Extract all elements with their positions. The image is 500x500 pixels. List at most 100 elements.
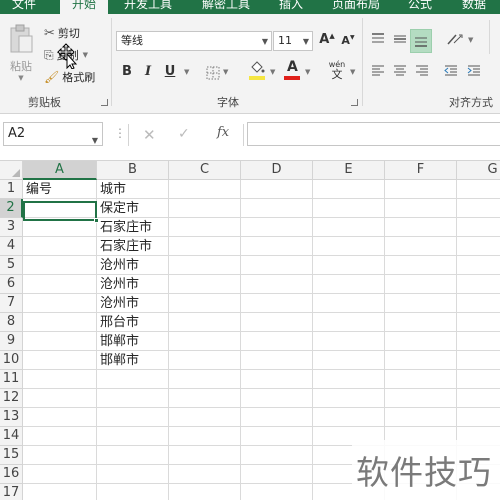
phonetic-guide-button[interactable]: wén 文	[326, 60, 348, 81]
select-all-button[interactable]	[0, 161, 23, 180]
excel-window: 文件 开始 开发工具 解密工具 插入 页面布局 公式 数据 粘贴 ▼ ✂ 剪切 …	[0, 0, 500, 500]
align-top-button[interactable]	[370, 31, 388, 51]
fill-color-swatch	[249, 76, 265, 80]
column-header-b[interactable]: B	[97, 161, 169, 180]
increase-indent-button[interactable]	[466, 63, 484, 83]
tab-formulas[interactable]: 公式	[408, 0, 448, 14]
formula-input[interactable]	[247, 122, 500, 146]
align-left-icon	[372, 65, 384, 76]
paint-bucket-icon	[251, 61, 265, 73]
copy-icon: ⎘	[44, 47, 54, 62]
row-header-7[interactable]: 7	[0, 294, 23, 313]
row-header-3[interactable]: 3	[0, 218, 23, 237]
decrease-font-size-button[interactable]: A▼	[340, 34, 356, 47]
paste-button[interactable]: 粘贴 ▼	[4, 24, 38, 88]
row-header-9[interactable]: 9	[0, 332, 23, 351]
cell-b5[interactable]: 沧州市	[97, 256, 139, 275]
copy-dropdown-icon: ▼	[82, 51, 88, 59]
fill-handle[interactable]	[94, 218, 99, 223]
align-middle-button[interactable]	[392, 31, 410, 51]
cell-b7[interactable]: 沧州市	[97, 294, 139, 313]
row-header-12[interactable]: 12	[0, 389, 23, 408]
tab-developer[interactable]: 开发工具	[124, 0, 184, 14]
align-bottom-button[interactable]	[410, 29, 432, 53]
row-header-1[interactable]: 1	[0, 180, 23, 199]
font-color-dropdown-icon[interactable]: ▼	[305, 68, 310, 76]
row-header-15[interactable]: 15	[0, 446, 23, 465]
clipboard-dialog-launcher-icon[interactable]	[101, 99, 108, 106]
underline-button[interactable]: U	[163, 64, 177, 79]
bold-button[interactable]: B	[120, 64, 134, 79]
decrease-indent-icon	[444, 65, 457, 76]
active-cell-a2[interactable]	[23, 201, 97, 221]
increase-indent-icon	[467, 65, 480, 76]
tab-home[interactable]: 开始	[60, 0, 108, 14]
decrease-indent-button[interactable]	[443, 63, 461, 83]
cut-button[interactable]: ✂ 剪切	[44, 24, 80, 42]
orientation-dropdown-icon[interactable]: ▼	[468, 36, 473, 44]
gridline	[23, 350, 500, 351]
name-box[interactable]: A2 ▼	[3, 122, 103, 146]
align-center-button[interactable]	[392, 63, 410, 83]
tab-file[interactable]: 文件	[0, 0, 50, 14]
tab-insert[interactable]: 插入	[279, 0, 319, 14]
align-middle-icon	[394, 35, 406, 43]
phonetic-dropdown-icon[interactable]: ▼	[350, 68, 355, 76]
fill-color-dropdown-icon[interactable]: ▼	[270, 68, 275, 76]
cut-label: 剪切	[57, 27, 80, 40]
font-dialog-launcher-icon[interactable]	[351, 99, 358, 106]
orientation-button[interactable]	[446, 31, 468, 51]
row-header-6[interactable]: 6	[0, 275, 23, 294]
column-header-f[interactable]: F	[385, 161, 457, 180]
group-divider	[489, 20, 490, 54]
column-header-d[interactable]: D	[241, 161, 313, 180]
cell-a1[interactable]: 编号	[23, 180, 52, 199]
cancel-entry-icon[interactable]: ✕	[143, 126, 156, 144]
row-header-10[interactable]: 10	[0, 351, 23, 370]
borders-button[interactable]	[206, 65, 220, 84]
gridline	[23, 198, 500, 199]
row-header-8[interactable]: 8	[0, 313, 23, 332]
increase-font-size-button[interactable]: A▲	[318, 32, 336, 47]
fill-color-button[interactable]	[249, 60, 267, 82]
cell-b10[interactable]: 邯郸市	[97, 351, 139, 370]
row-header-2[interactable]: 2	[0, 199, 23, 218]
cell-b8[interactable]: 邢台市	[97, 313, 139, 332]
align-left-button[interactable]	[370, 63, 388, 83]
cell-b2[interactable]: 保定市	[97, 199, 139, 218]
column-header-e[interactable]: E	[313, 161, 385, 180]
insert-function-button[interactable]: fx	[217, 125, 229, 140]
row-header-5[interactable]: 5	[0, 256, 23, 275]
font-name-combo[interactable]: 等线 ▼	[116, 31, 272, 51]
font-size-combo[interactable]: 11 ▼	[273, 31, 313, 51]
column-header-g[interactable]: G	[457, 161, 500, 180]
row-header-13[interactable]: 13	[0, 408, 23, 427]
confirm-entry-icon[interactable]: ✓	[178, 126, 190, 142]
column-header-a[interactable]: A	[23, 161, 97, 180]
formula-bar: A2 ▼ ⋮ ✕ ✓ fx	[0, 114, 500, 161]
row-header-17[interactable]: 17	[0, 484, 23, 500]
tab-decrypt-tools[interactable]: 解密工具	[202, 0, 262, 14]
borders-dropdown-icon[interactable]: ▼	[223, 68, 228, 76]
cell-b4[interactable]: 石家庄市	[97, 237, 152, 256]
align-right-button[interactable]	[414, 63, 432, 83]
font-color-button[interactable]: A	[284, 59, 302, 81]
row-header-11[interactable]: 11	[0, 370, 23, 389]
row-header-14[interactable]: 14	[0, 427, 23, 446]
format-painter-button[interactable]: 🖌 格式刷	[44, 68, 95, 86]
cell-b6[interactable]: 沧州市	[97, 275, 139, 294]
row-header-4[interactable]: 4	[0, 237, 23, 256]
underline-dropdown-icon[interactable]: ▼	[184, 68, 189, 76]
font-color-swatch	[284, 76, 300, 80]
cell-b1[interactable]: 城市	[97, 180, 126, 199]
gridline	[168, 180, 169, 500]
cell-b3[interactable]: 石家庄市	[97, 218, 152, 237]
tab-page-layout[interactable]: 页面布局	[332, 0, 392, 14]
formula-bar-grip-icon[interactable]: ⋮	[114, 126, 126, 140]
row-header-16[interactable]: 16	[0, 465, 23, 484]
tab-data[interactable]: 数据	[462, 0, 500, 14]
cell-b9[interactable]: 邯郸市	[97, 332, 139, 351]
column-header-c[interactable]: C	[169, 161, 241, 180]
watermark-text: 软件技巧	[356, 453, 492, 492]
italic-button[interactable]: I	[141, 64, 155, 79]
